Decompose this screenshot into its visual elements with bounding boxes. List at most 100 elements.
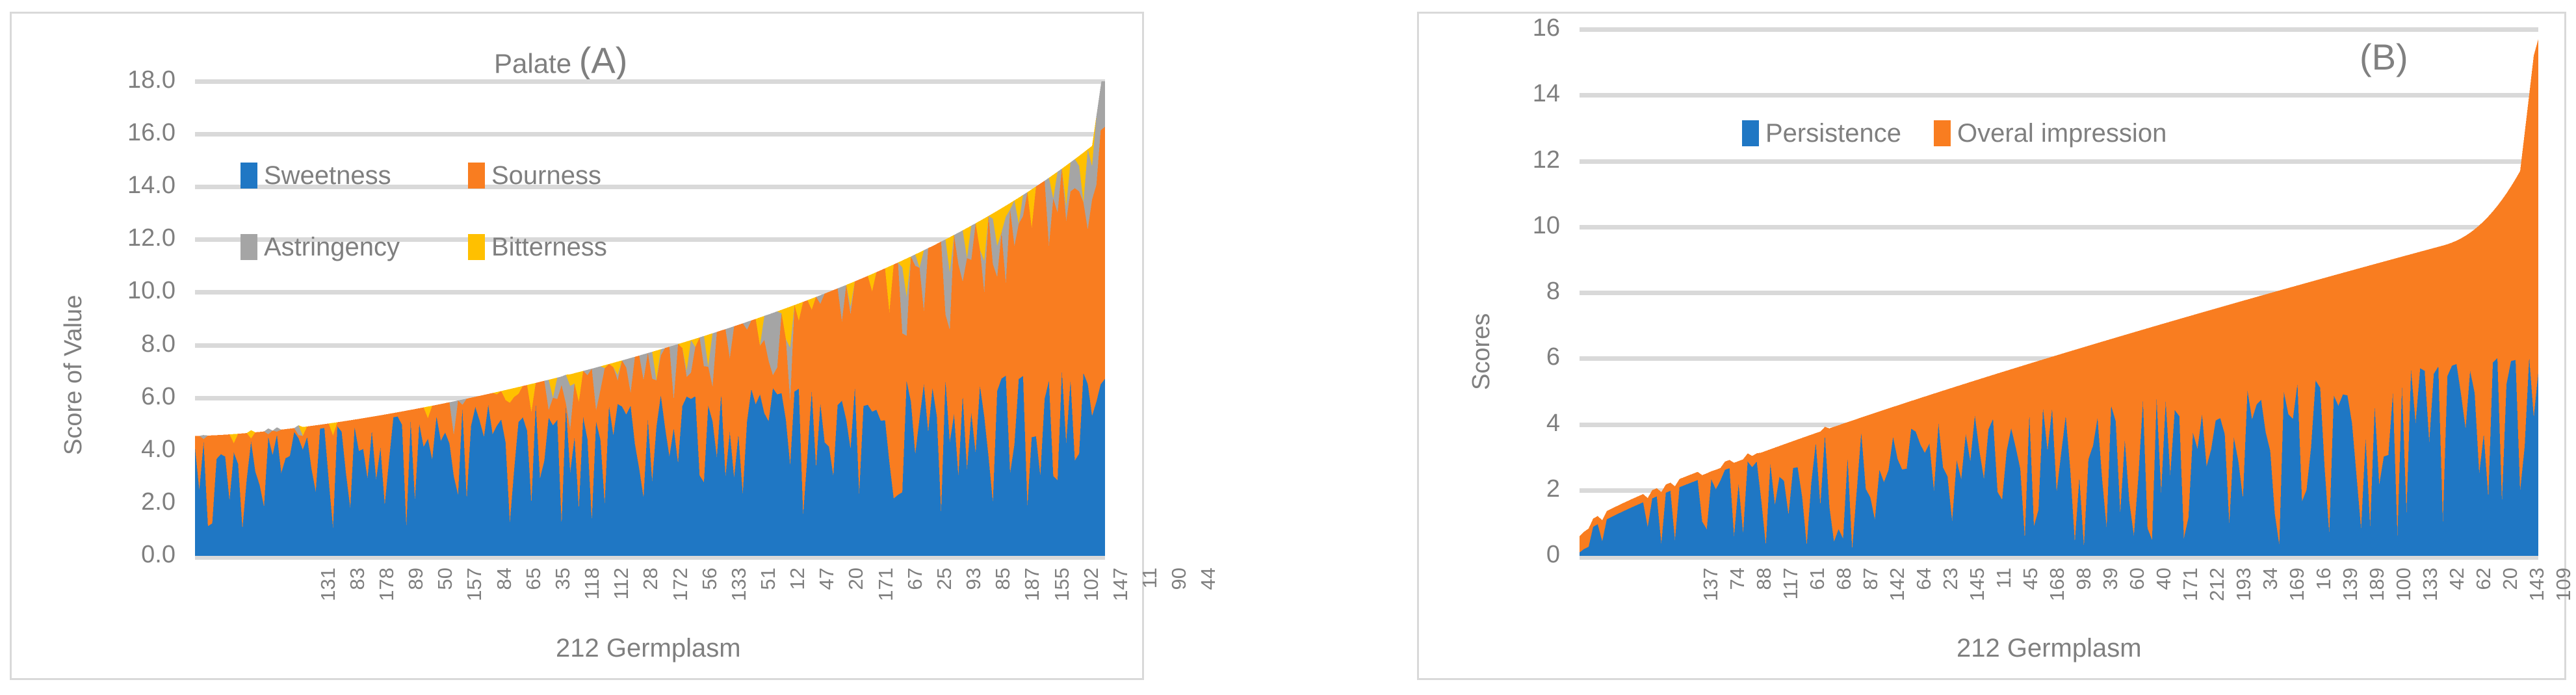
chart-b-y-tick-label: 14 [1532,80,1560,108]
chart-b-x-tick-label: 100 [2391,568,2415,601]
chart-a-legend-row: Astringency Bitterness [241,211,696,283]
chart-a-legend-label: Bitterness [491,233,607,261]
chart-b-x-tick-label: 60 [2126,568,2149,590]
chart-a-y-tick-label: 10.0 [127,277,176,305]
chart-a-x-tick-label: 51 [757,568,779,590]
chart-b-x-tick-label: 133 [2418,568,2441,601]
chart-a-y-tick-label: 14.0 [127,172,176,200]
chart-a-x-tick-label: 12 [786,568,809,590]
chart-b-x-tick-label: 168 [2046,568,2069,601]
chart-a-legend-item-sweetness[interactable]: Sweetness [241,163,468,189]
legend-swatch-icon [468,163,485,189]
chart-a-legend-item-sourness[interactable]: Sourness [468,163,696,189]
legend-swatch-icon [1933,120,1951,146]
chart-a-x-tick-label: 84 [492,568,515,590]
chart-b-x-tick-label: 171 [2178,568,2202,601]
chart-a-x-tick-label: 35 [551,568,574,590]
chart-a-x-tick-label: 102 [1079,568,1102,601]
chart-a-legend-label: Sourness [491,161,601,190]
chart-a-x-tick-label: 172 [668,568,692,601]
chart-a-y-tick-label: 8.0 [141,330,176,358]
chart-a-x-tick-label: 11 [1138,568,1162,589]
chart-b-x-tick-label: 40 [2152,568,2175,590]
chart-a-y-tick-label: 6.0 [141,382,176,410]
chart-a-y-tick-label: 4.0 [141,435,176,463]
chart-b-x-tick-label: 45 [2019,568,2042,590]
legend-swatch-icon [241,234,257,260]
chart-a-x-tick-label: 118 [580,568,604,600]
chart-b-legend-label: Overal impression [1957,119,2167,148]
chart-b-y-tick-label: 4 [1546,409,1560,437]
chart-a-x-tick-label: 50 [434,568,457,590]
chart-b-x-tick-label: 143 [2525,568,2548,601]
chart-b-y-tick-label: 12 [1532,146,1560,174]
chart-b-x-tick-label: 20 [2498,568,2521,590]
chart-a-x-tick-label: 93 [962,568,985,590]
chart-a-x-tick-label: 67 [903,568,926,590]
chart-b-y-tick-label: 8 [1546,278,1560,305]
chart-a-x-tick-label: 83 [345,568,369,590]
chart-b-y-axis-title: Scores [1468,313,1495,390]
chart-b-x-tick-label: 189 [2365,568,2388,601]
chart-b-x-tick-label: 62 [2471,568,2495,590]
chart-b-x-tick-label: 137 [1699,568,1723,601]
chart-a-x-tick-label: 131 [316,568,339,601]
chart-a-y-tick-label: 16.0 [127,119,176,147]
chart-b-x-tick-label: 39 [2099,568,2122,590]
chart-b-x-tick-label: 139 [2338,568,2361,601]
chart-a-legend: Sweetness Sourness Astringency Bitterness [241,140,696,283]
chart-a-legend-item-astringency[interactable]: Astringency [241,234,468,260]
chart-a-y-axis-title: Score of Value [60,295,87,455]
chart-b-x-tick-label: 34 [2258,568,2282,590]
chart-a-x-tick-label: 112 [610,568,633,600]
chart-b-x-tick-label: 212 [2205,568,2228,601]
chart-b-x-tick-label: 88 [1752,568,1776,590]
chart-b-x-tick-label: 42 [2445,568,2468,590]
chart-b-x-tick-label: 74 [1726,568,1749,590]
chart-a-legend-item-bitterness[interactable]: Bitterness [468,234,696,260]
chart-b-x-tick-label: 23 [1939,568,1962,590]
chart-b-x-tick-label: 193 [2231,568,2255,601]
chart-a-x-tick-label: 147 [1108,568,1132,601]
chart-b-x-tick-label: 109 [2551,568,2575,601]
chart-b-x-tick-label: 64 [1912,568,1936,590]
chart-b-x-tick-label: 142 [1886,568,1909,601]
chart-b-legend: Persistence Overal impression [1742,120,2199,146]
chart-b-legend-item-persistence[interactable]: Persistence [1742,120,1901,146]
chart-a-x-tick-label: 20 [844,568,868,590]
chart-b-x-tick-label: 145 [1966,568,1989,601]
chart-a-y-tick-label: 18.0 [127,66,176,94]
chart-a-x-tick-label: 90 [1167,568,1191,590]
chart-b-y-tick-label: 10 [1532,211,1560,239]
chart-a-x-tick-label: 171 [874,568,897,601]
chart-a-x-tick-label: 85 [991,568,1015,590]
chart-b-x-tick-label: 11 [1992,568,2016,589]
chart-a-x-tick-label: 65 [521,568,545,590]
chart-a-y-tick-label: 0.0 [141,541,176,568]
chart-b-legend-item-overal-impression[interactable]: Overal impression [1933,119,2167,148]
chart-b-y-tick-label: 6 [1546,343,1560,371]
chart-a-x-tick-label: 157 [463,568,486,601]
chart-a-title: Palate (A) [494,39,627,81]
chart-a-legend-label: Sweetness [264,161,391,190]
chart-b-y-tick-label: 16 [1532,14,1560,42]
chart-a-x-tick-label: 25 [932,568,956,590]
chart-a-x-tick-label: 47 [815,568,839,590]
chart-b-x-tick-label: 169 [2285,568,2308,601]
legend-swatch-icon [1742,120,1759,146]
chart-a-x-tick-label: 89 [404,568,428,590]
chart-a-title-paren: (A) [579,40,628,81]
chart-b-x-tick-label: 16 [2311,568,2335,590]
chart-a-x-tick-label: 44 [1197,568,1220,590]
chart-a-legend-row: Sweetness Sourness [241,140,696,211]
legend-swatch-icon [468,234,485,260]
chart-b-plot-area [1580,29,2538,558]
chart-b-x-tick-label: 61 [1806,568,1829,590]
chart-a-y-tick-label: 2.0 [141,488,176,516]
chart-a-x-tick-label: 155 [1050,568,1073,601]
chart-a-x-tick-label: 187 [1021,568,1044,601]
chart-a-title-text: Palate [494,48,579,79]
chart-a-legend-label: Astringency [264,233,400,261]
chart-b-y-tick-label: 2 [1546,475,1560,503]
chart-a-x-tick-label: 178 [374,568,398,601]
